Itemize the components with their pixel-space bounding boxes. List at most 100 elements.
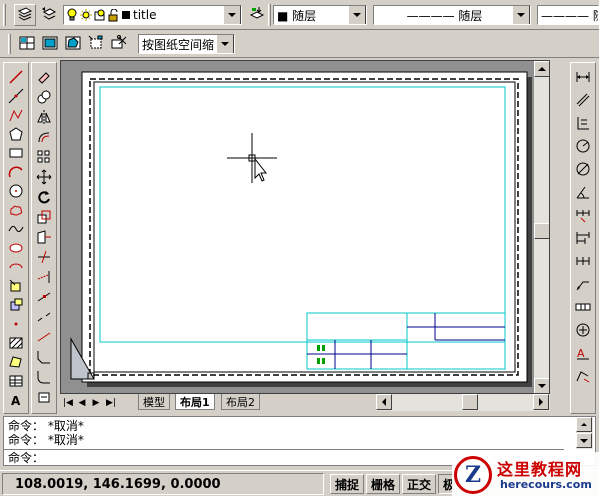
continue-dim-button[interactable] [572, 251, 594, 273]
svg-text:A: A [577, 347, 585, 360]
dimtedit-button[interactable] [572, 366, 594, 388]
toolbar-grip[interactable] [8, 34, 11, 54]
command-scrollbar[interactable] [576, 417, 593, 449]
toolbar-grip[interactable] [268, 4, 271, 26]
erase-button[interactable] [33, 67, 55, 89]
command-scroll-down-button[interactable] [576, 433, 592, 448]
tab-nav-prev-button[interactable]: ◀ [76, 395, 88, 410]
tab-layout1[interactable]: 布局1 [175, 394, 215, 410]
baseline-dim-icon [575, 230, 591, 249]
grid-toggle[interactable]: 栅格 [366, 474, 401, 494]
fillet-button[interactable] [33, 367, 55, 389]
single-viewport-button[interactable] [39, 33, 61, 55]
quick-dim-button[interactable] [572, 205, 594, 227]
linetype-dropdown-arrow[interactable] [512, 6, 530, 24]
offset-button[interactable] [33, 127, 55, 149]
tab-nav-next-button[interactable]: ▶ [90, 395, 102, 410]
polygonal-viewport-button[interactable] [62, 33, 84, 55]
snap-toggle[interactable]: 捕捉 [330, 474, 365, 494]
baseline-dim-button[interactable] [572, 228, 594, 250]
scroll-right-button[interactable] [533, 394, 549, 410]
scroll-up-button[interactable] [534, 61, 549, 77]
multiline-text-icon: A [8, 392, 24, 411]
extend-button[interactable] [33, 267, 55, 289]
color-dropdown-arrow[interactable] [348, 6, 366, 24]
tab-nav-last-button[interactable]: ▶| [104, 395, 118, 410]
rotate-button[interactable] [33, 187, 55, 209]
coordinate-display[interactable]: 108.0019, 146.1699, 0.0000 [2, 473, 324, 495]
join-icon [36, 329, 52, 348]
toolbar-grip[interactable] [3, 4, 6, 26]
horizontal-scrollbar[interactable] [376, 394, 550, 411]
arrow-left-icon [382, 398, 386, 406]
erase-icon [36, 69, 52, 88]
scale-icon [36, 209, 52, 228]
mirror-button[interactable] [33, 107, 55, 129]
copy-button[interactable] [33, 87, 55, 109]
viewports-dialog-button[interactable] [16, 33, 38, 55]
command-history-line: 命令： *取消* [8, 433, 84, 447]
tab-nav-first-button[interactable]: |◀ [62, 395, 74, 410]
break-button[interactable] [33, 307, 55, 329]
convert-object-viewport-button[interactable] [85, 33, 107, 55]
layer-color-swatch-icon [122, 11, 130, 19]
linear-dim-button[interactable] [572, 67, 594, 89]
explode-button[interactable] [33, 387, 55, 409]
angular-dim-button[interactable] [572, 182, 594, 204]
ortho-toggle[interactable]: 正交 [402, 474, 437, 494]
scale-button[interactable] [33, 207, 55, 229]
lineweight-control-dropdown[interactable]: ———— 随 [537, 5, 599, 25]
tab-layout2[interactable]: 布局2 [221, 394, 260, 410]
drawing-area[interactable] [60, 60, 550, 394]
tab-label: 模型 [143, 395, 165, 409]
join-button[interactable] [33, 327, 55, 349]
hscroll-thumb[interactable] [462, 394, 478, 410]
scroll-thumb[interactable] [534, 223, 549, 239]
scroll-down-button[interactable] [534, 378, 549, 393]
diameter-dim-button[interactable] [572, 159, 594, 181]
clip-viewport-button[interactable] [108, 33, 130, 55]
coordinate-value: 108.0019, 146.1699, 0.0000 [15, 476, 221, 492]
arrow-down-icon [538, 384, 546, 388]
trim-button[interactable] [33, 247, 55, 269]
array-button[interactable] [33, 147, 55, 169]
scroll-left-button[interactable] [376, 394, 392, 410]
center-mark-button[interactable] [572, 320, 594, 342]
layer-manager-button[interactable] [14, 4, 36, 26]
radius-dim-button[interactable] [572, 136, 594, 158]
qleader-button[interactable] [572, 274, 594, 296]
diameter-dim-icon [575, 161, 591, 180]
layer-previous-button[interactable] [38, 4, 60, 26]
dimedit-button[interactable]: A [572, 343, 594, 365]
move-button[interactable] [33, 167, 55, 189]
break-icon [36, 309, 52, 328]
radius-dim-icon [575, 138, 591, 157]
tab-model[interactable]: 模型 [138, 394, 170, 410]
construction-line-icon [8, 88, 24, 107]
watermark-letter: Z [464, 462, 482, 488]
color-control-dropdown[interactable]: ■ 随层 [273, 5, 367, 25]
tolerance-button[interactable] [572, 297, 594, 319]
array-icon [36, 149, 52, 168]
break-at-point-button[interactable] [33, 287, 55, 309]
ordinate-dim-button[interactable] [572, 113, 594, 135]
chamfer-button[interactable] [33, 347, 55, 369]
layer-dropdown-arrow[interactable] [223, 6, 241, 24]
make-object-layer-current-button[interactable] [246, 4, 268, 26]
snap-label: 捕捉 [335, 477, 360, 492]
unlock-icon [108, 8, 120, 22]
command-scroll-up-button[interactable] [576, 417, 592, 432]
viewport-scale-dropdown[interactable]: 按图纸空间缩 [138, 34, 235, 54]
multiline-text-button[interactable]: A [5, 390, 27, 412]
bulb-on-icon [66, 8, 78, 22]
aligned-dim-button[interactable] [572, 90, 594, 112]
clip-viewport-icon [111, 34, 127, 54]
linetype-control-dropdown[interactable]: ———— 随层 [373, 5, 531, 25]
scale-dropdown-arrow[interactable] [216, 35, 234, 53]
vertical-scrollbar[interactable] [534, 61, 549, 393]
stretch-button[interactable] [33, 227, 55, 249]
break-at-point-icon [36, 289, 52, 308]
layer-dropdown[interactable]: title [63, 5, 242, 25]
tolerance-icon [575, 299, 591, 318]
command-history: 命令： *取消* 命令： *取消* [8, 419, 564, 449]
